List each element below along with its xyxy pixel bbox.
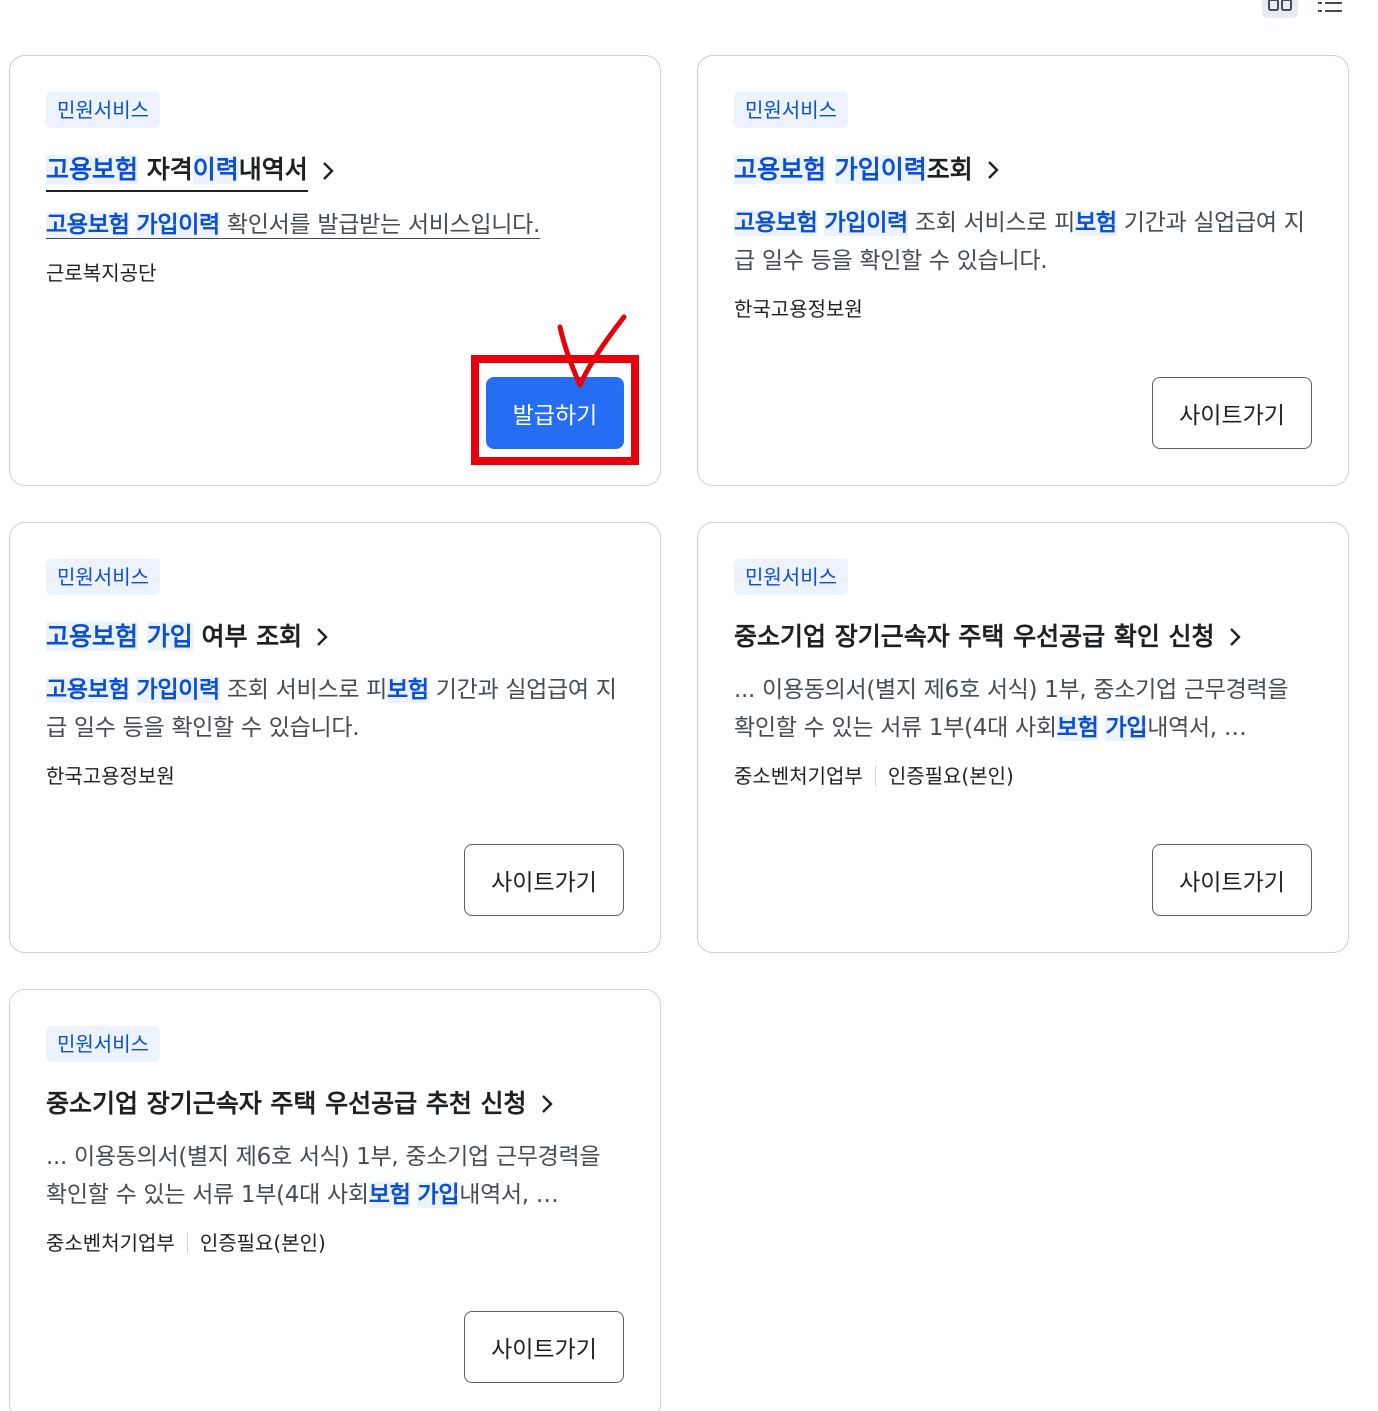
service-card: 민원서비스 고용보험 가입 여부 조회 고용보험 가입이력 조회 서비스로 피보… bbox=[9, 522, 661, 953]
text-segment: 내역서, … bbox=[1147, 715, 1247, 741]
keyword-highlight: 고용보험 bbox=[46, 212, 130, 238]
keyword-highlight: 이력 bbox=[192, 155, 239, 184]
card-meta: 한국고용정보원 bbox=[46, 759, 624, 793]
organization-name: 한국고용정보원 bbox=[734, 297, 863, 321]
issue-button[interactable]: 발급하기 bbox=[486, 377, 624, 449]
meta-divider bbox=[186, 1233, 188, 1253]
card-title[interactable]: 고용보험 가입 여부 조회 bbox=[46, 617, 624, 657]
keyword-highlight: 가입 bbox=[1105, 715, 1148, 741]
keyword-highlight: 가입 bbox=[146, 622, 193, 651]
site-link-button[interactable]: 사이트가기 bbox=[1152, 377, 1312, 449]
card-title[interactable]: 고용보험 자격이력내역서 bbox=[46, 150, 624, 192]
category-badge: 민원서비스 bbox=[46, 1026, 160, 1062]
text-segment: 중소기업 장기근속자 주택 우선공급 추천 신청 bbox=[46, 1089, 527, 1118]
keyword-highlight: 보험 bbox=[386, 677, 429, 703]
card-title-text[interactable]: 중소기업 장기근속자 주택 우선공급 확인 신청 bbox=[734, 617, 1215, 657]
chevron-right-icon bbox=[1227, 626, 1243, 648]
service-card: 민원서비스 중소기업 장기근속자 주택 우선공급 확인 신청 ... 이용동의서… bbox=[697, 522, 1349, 953]
card-title-text[interactable]: 중소기업 장기근속자 주택 우선공급 추천 신청 bbox=[46, 1084, 527, 1124]
keyword-highlight: 가입 bbox=[417, 1182, 460, 1208]
keyword-highlight: 가입이력 bbox=[824, 210, 908, 236]
category-badge: 민원서비스 bbox=[46, 92, 160, 128]
category-badge: 민원서비스 bbox=[734, 92, 848, 128]
service-card: 민원서비스 중소기업 장기근속자 주택 우선공급 추천 신청 ... 이용동의서… bbox=[9, 989, 661, 1411]
chevron-right-icon bbox=[539, 1093, 555, 1115]
text-segment: 확인서를 발급받는 서비스입니다. bbox=[219, 212, 541, 238]
card-description-text: 고용보험 가입이력 확인서를 발급받는 서비스입니다. bbox=[46, 212, 540, 239]
organization-name: 근로복지공단 bbox=[46, 261, 157, 285]
grid-view-button[interactable] bbox=[1262, 0, 1298, 18]
grid-view-icon bbox=[1268, 0, 1292, 11]
card-description: ... 이용동의서(별지 제6호 서식) 1부, 중소기업 근무경력을 확인할 … bbox=[46, 1138, 624, 1214]
keyword-highlight: 고용보험 bbox=[46, 155, 139, 184]
keyword-highlight: 고용보험 bbox=[46, 677, 130, 703]
site-link-button[interactable]: 사이트가기 bbox=[1152, 844, 1312, 916]
text-segment: 중소기업 장기근속자 주택 우선공급 확인 신청 bbox=[734, 622, 1215, 651]
text-segment: 조회 서비스로 피 bbox=[907, 210, 1075, 236]
text-segment: 조회 bbox=[926, 155, 973, 184]
service-card: 민원서비스 고용보험 자격이력내역서 고용보험 가입이력 확인서를 발급받는 서… bbox=[9, 55, 661, 486]
meta-divider bbox=[874, 766, 876, 786]
organization-name: 중소벤처기업부 bbox=[734, 764, 863, 788]
view-toggle bbox=[1262, 0, 1348, 18]
organization-name: 한국고용정보원 bbox=[46, 764, 175, 788]
organization-name: 중소벤처기업부 bbox=[46, 1231, 175, 1255]
keyword-highlight: 가입이력 bbox=[136, 212, 220, 238]
keyword-highlight: 보험 bbox=[1056, 715, 1099, 741]
keyword-highlight: 보험 bbox=[368, 1182, 411, 1208]
keyword-highlight: 가입이력 bbox=[136, 677, 220, 703]
card-title-text[interactable]: 고용보험 가입 여부 조회 bbox=[46, 617, 302, 657]
card-title[interactable]: 중소기업 장기근속자 주택 우선공급 추천 신청 bbox=[46, 1084, 624, 1124]
card-title-text[interactable]: 고용보험 자격이력내역서 bbox=[46, 150, 308, 192]
text-segment: 내역서, … bbox=[459, 1182, 559, 1208]
keyword-highlight: 고용보험 bbox=[46, 622, 139, 651]
keyword-highlight: 고용보험 bbox=[734, 210, 818, 236]
card-meta: 중소벤처기업부 인증필요(본인) bbox=[734, 759, 1312, 793]
chevron-right-icon bbox=[320, 160, 336, 182]
card-title[interactable]: 중소기업 장기근속자 주택 우선공급 확인 신청 bbox=[734, 617, 1312, 657]
text-segment bbox=[826, 155, 835, 184]
card-meta: 한국고용정보원 bbox=[734, 292, 1312, 326]
auth-required-label: 인증필요(본인) bbox=[199, 1231, 326, 1255]
site-link-button[interactable]: 사이트가기 bbox=[464, 1311, 624, 1383]
text-segment: 조회 서비스로 피 bbox=[219, 677, 387, 703]
list-view-icon bbox=[1318, 2, 1342, 12]
card-description[interactable]: 고용보험 가입이력 확인서를 발급받는 서비스입니다. bbox=[46, 206, 624, 244]
service-card: 민원서비스 고용보험 가입이력조회 고용보험 가입이력 조회 서비스로 피보험 … bbox=[697, 55, 1349, 486]
keyword-highlight: 가입이력 bbox=[834, 155, 927, 184]
card-meta: 중소벤처기업부 인증필요(본인) bbox=[46, 1226, 624, 1260]
category-badge: 민원서비스 bbox=[734, 559, 848, 595]
chevron-right-icon bbox=[314, 626, 330, 648]
card-title-text[interactable]: 고용보험 가입이력조회 bbox=[734, 150, 973, 190]
list-view-button[interactable] bbox=[1312, 0, 1348, 18]
chevron-right-icon bbox=[985, 159, 1001, 181]
auth-required-label: 인증필요(본인) bbox=[887, 764, 1014, 788]
text-segment bbox=[138, 622, 147, 651]
keyword-highlight: 보험 bbox=[1074, 210, 1117, 236]
card-description: 고용보험 가입이력 조회 서비스로 피보험 기간과 실업급여 지급 일수 등을 … bbox=[734, 204, 1312, 280]
text-segment: 내역서 bbox=[238, 155, 308, 184]
card-description: ... 이용동의서(별지 제6호 서식) 1부, 중소기업 근무경력을 확인할 … bbox=[734, 671, 1312, 747]
text-segment: 자격 bbox=[138, 155, 193, 184]
card-meta: 근로복지공단 bbox=[46, 256, 624, 290]
site-link-button[interactable]: 사이트가기 bbox=[464, 844, 624, 916]
category-badge: 민원서비스 bbox=[46, 559, 160, 595]
keyword-highlight: 고용보험 bbox=[734, 155, 827, 184]
card-description: 고용보험 가입이력 조회 서비스로 피보험 기간과 실업급여 지급 일수 등을 … bbox=[46, 671, 624, 747]
card-title[interactable]: 고용보험 가입이력조회 bbox=[734, 150, 1312, 190]
text-segment: 여부 조회 bbox=[192, 622, 303, 651]
